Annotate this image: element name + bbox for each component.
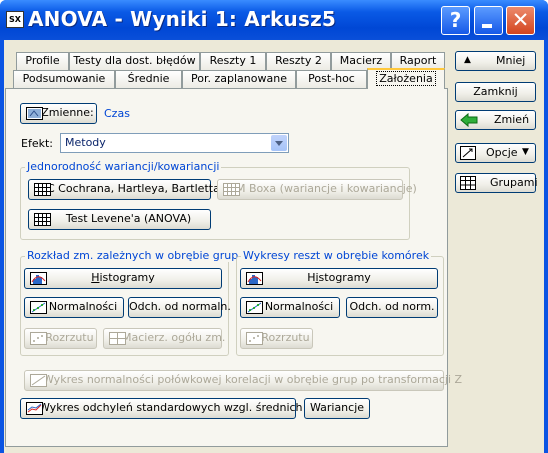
stddev-plot-button[interactable]: Wykres odchyleń standardowych wzgl. śred… <box>20 398 303 419</box>
matrix-icon <box>109 332 126 345</box>
options-label: Opcje <box>486 146 518 159</box>
scatter-icon <box>30 332 47 345</box>
options-button[interactable]: Opcje ▼ <box>455 143 536 163</box>
app-icon: SX <box>6 11 24 28</box>
arrow-left-icon <box>460 113 478 127</box>
normal-plot-icon <box>30 374 47 387</box>
variables-button[interactable]: Zmienne: <box>20 103 97 124</box>
tab-por-zaplanowane[interactable]: Por. zaplanowane <box>182 70 296 88</box>
effect-label: Efekt: <box>21 137 53 150</box>
change-button[interactable]: Zmień <box>455 110 536 130</box>
effect-select[interactable]: Metody <box>60 133 289 153</box>
plot-icon <box>26 402 43 415</box>
chevron-down-icon: ▼ <box>522 147 529 157</box>
table-icon <box>34 183 51 196</box>
options-icon <box>460 146 476 160</box>
less-button[interactable]: ▲ Mniej <box>455 51 536 71</box>
title-bar[interactable]: SX ANOVA - Wyniki 1: Arkusz5 ? ✕ <box>0 0 548 40</box>
normal-plot-icon <box>246 301 263 314</box>
halfnormal-label: Wykres normalności połówkowej korelacji … <box>43 373 463 386</box>
window-title: ANOVA - Wyniki 1: Arkusz5 <box>28 7 337 31</box>
cochran-button[interactable]: C Cochrana, Hartleya, Bartletta <box>28 179 220 200</box>
change-label: Zmień <box>494 113 530 126</box>
resid-histogram-label: Histogramy <box>307 271 371 284</box>
scatter-icon <box>246 332 263 345</box>
arrow-up-icon: ▲ <box>464 55 471 65</box>
boxm-button: M Boxa (wariancje i kowariancje) <box>217 179 417 200</box>
histogram-label: Histogramy <box>91 271 155 284</box>
group-homogeneity-title: Jednorodność wariancji/kowariancji <box>25 160 222 173</box>
table-icon <box>223 183 240 196</box>
groups-label: Grupami <box>490 176 538 189</box>
scatter-button: Rozrzutu <box>24 328 97 349</box>
tab-reszty-2[interactable]: Reszty 2 <box>266 52 331 70</box>
tab-profile[interactable]: Profile <box>16 52 69 70</box>
matrix-button: Macierz. ogółu zm. <box>103 328 225 349</box>
halfnormal-button: Wykres normalności połówkowej korelacji … <box>24 370 462 391</box>
group-distribution-title: Rozkład zm. zależnych w obrębie grup <box>25 249 241 262</box>
histogram-icon <box>246 272 263 285</box>
less-label: Mniej <box>496 54 526 67</box>
effect-select-value: Metody <box>65 136 106 149</box>
tab-post-hoc[interactable]: Post-hoc <box>296 70 367 88</box>
variables-value: Czas <box>104 107 130 120</box>
groups-button[interactable]: Grupami <box>455 173 538 193</box>
tab-testy[interactable]: Testy dla dost. błędów <box>69 52 200 70</box>
resid-scatter-button: Rozrzutu <box>240 328 313 349</box>
close-button[interactable]: Zamknij <box>455 82 536 102</box>
help-button[interactable]: ? <box>441 6 470 35</box>
minimize-button[interactable] <box>474 6 503 35</box>
tab-podsumowanie[interactable]: Podsumowanie <box>13 70 115 88</box>
levene-button[interactable]: Test Levene'a (ANOVA) <box>28 209 211 230</box>
variables-icon <box>26 107 43 120</box>
group-residuals-title: Wykresy reszt w obrębie komórek <box>241 249 432 262</box>
close-window-button[interactable]: ✕ <box>506 6 535 35</box>
normality-button[interactable]: Normalności <box>24 297 124 318</box>
resid-normality-button[interactable]: Normalności <box>240 297 340 318</box>
boxm-label: M Boxa (wariancje i kowariancje) <box>236 182 417 195</box>
table-icon <box>34 213 51 226</box>
histogram-icon <box>30 272 47 285</box>
levene-label: Test Levene'a (ANOVA) <box>65 212 192 225</box>
resid-deviation-button[interactable]: Odch. od norm. <box>346 297 438 318</box>
tab-zalozenia[interactable]: Założenia <box>367 68 445 89</box>
chevron-down-icon[interactable] <box>271 135 287 151</box>
deviation-normal-button[interactable]: Odch. od normaln. <box>128 297 231 318</box>
normal-plot-icon <box>30 301 47 314</box>
tab-reszty-1[interactable]: Reszty 1 <box>200 52 266 70</box>
variances-button[interactable]: Wariancje <box>304 398 370 419</box>
tab-srednie[interactable]: Średnie <box>115 70 182 88</box>
histogram-button[interactable]: Histogramy <box>24 268 222 289</box>
groups-icon <box>460 176 476 190</box>
resid-histogram-button[interactable]: Histogramy <box>240 268 438 289</box>
window: SX ANOVA - Wyniki 1: Arkusz5 ? ✕ Profile… <box>0 0 548 453</box>
cochran-label: C Cochrana, Hartleya, Bartletta <box>47 182 220 195</box>
tab-zalozenia-label: Założenia <box>376 71 436 86</box>
stddev-plot-label: Wykres odchyleń standardowych wzgl. śred… <box>39 401 303 414</box>
